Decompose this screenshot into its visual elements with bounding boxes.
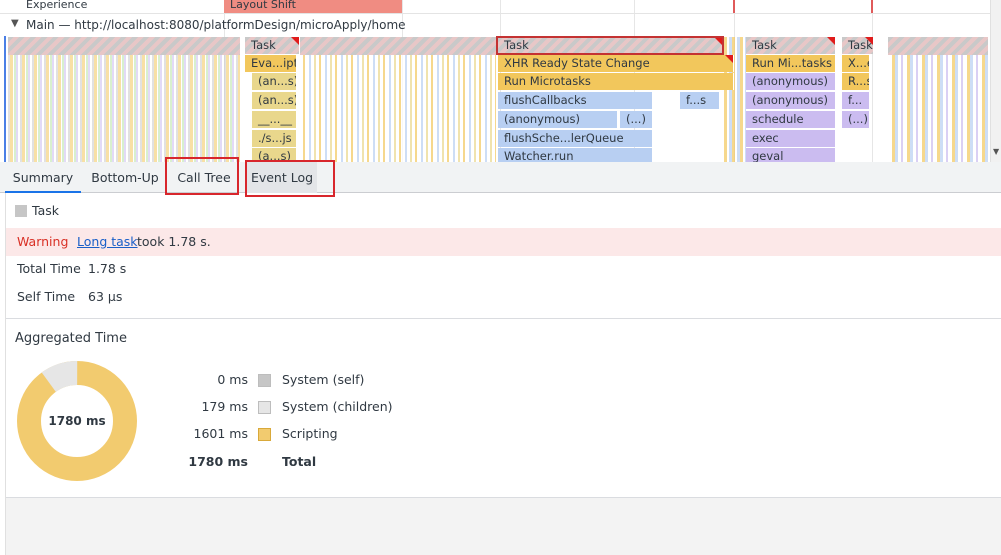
self-time-value: 63 µs bbox=[88, 289, 123, 304]
anonymous-block[interactable]: (anonymous) bbox=[746, 92, 836, 109]
exec-block[interactable]: exec bbox=[746, 130, 836, 147]
function-block[interactable]: f...s bbox=[680, 92, 720, 109]
summary-title-text: Task bbox=[32, 203, 59, 218]
flame-strip bbox=[300, 37, 496, 55]
evaluate-script-block[interactable]: Eva...ipt bbox=[245, 55, 297, 72]
flame-strip bbox=[888, 37, 988, 55]
flame-strip bbox=[888, 55, 988, 162]
legend-value: 0 ms bbox=[217, 372, 248, 387]
experience-track: Experience Layout Shift bbox=[0, 0, 990, 14]
warning-row: Warning Long task took 1.78 s. bbox=[6, 228, 1001, 256]
legend-label: System (self) bbox=[282, 372, 365, 387]
layout-shift-marker[interactable] bbox=[871, 0, 873, 13]
flame-strip bbox=[300, 55, 496, 162]
tab-summary[interactable]: Summary bbox=[5, 162, 81, 193]
flame-scrollbar[interactable]: ▼ bbox=[990, 0, 1001, 162]
aggregated-time-donut: 1780 ms bbox=[16, 361, 137, 481]
total-time-label: Total Time bbox=[17, 261, 81, 276]
layout-shift-marker[interactable] bbox=[733, 0, 735, 13]
legend-system-children: 179 ms System (children) bbox=[186, 399, 436, 417]
task-color-swatch bbox=[15, 205, 27, 217]
total-time-row: Total Time 1.78 s bbox=[17, 261, 317, 279]
legend-total-value: 1780 ms bbox=[188, 454, 248, 469]
section-divider bbox=[6, 318, 1001, 319]
anonymous-block[interactable]: (an...s) bbox=[252, 73, 297, 90]
run-microtasks-block[interactable]: Run Mi...tasks bbox=[746, 55, 836, 72]
experience-label: Experience bbox=[26, 0, 88, 11]
legend-label: System (children) bbox=[282, 399, 393, 414]
aggregated-time-title: Aggregated Time bbox=[15, 331, 127, 346]
main-thread-header[interactable]: ▼ Main — http://localhost:8080/platformD… bbox=[0, 16, 990, 36]
watcher-run-block[interactable]: Watcher.run bbox=[498, 148, 653, 162]
donut-center-label: 1780 ms bbox=[48, 414, 105, 428]
anonymous-block[interactable]: (anonymous) bbox=[498, 111, 618, 128]
anonymous-block[interactable]: (...) bbox=[620, 111, 653, 128]
self-time-label: Self Time bbox=[17, 289, 76, 304]
scroll-down-icon[interactable]: ▼ bbox=[993, 147, 999, 156]
legend-label: Scripting bbox=[282, 426, 338, 441]
legend-swatch bbox=[258, 428, 271, 441]
track-indicator bbox=[4, 36, 6, 162]
flame-strip bbox=[8, 37, 240, 55]
tab-bottom-up[interactable]: Bottom-Up bbox=[82, 162, 168, 193]
call-tree-highlight bbox=[165, 157, 239, 195]
run-block[interactable]: R...s bbox=[842, 73, 870, 90]
function-block[interactable]: f... bbox=[842, 92, 870, 109]
legend-scripting: 1601 ms Scripting bbox=[186, 426, 436, 444]
task-block[interactable]: Task bbox=[746, 37, 836, 54]
legend-swatch bbox=[258, 401, 271, 414]
script-block[interactable]: ./s...js bbox=[252, 130, 297, 147]
expand-triangle-icon[interactable]: ▼ bbox=[11, 18, 19, 29]
xhr-ready-state-block[interactable]: XHR Ready State Change bbox=[498, 55, 734, 72]
legend-total-label: Total bbox=[282, 454, 317, 469]
selected-task-outline bbox=[496, 36, 724, 55]
legend-total: 1780 ms Total bbox=[186, 454, 436, 472]
anonymous-block[interactable]: (anonymous) bbox=[746, 73, 836, 90]
anonymous-block[interactable]: (...) bbox=[842, 111, 870, 128]
geval-block[interactable]: geval bbox=[746, 148, 836, 162]
xhr-block[interactable]: X...e bbox=[842, 55, 870, 72]
flame-strip bbox=[8, 37, 240, 162]
long-task-link[interactable]: Long task bbox=[77, 228, 138, 256]
main-thread-label: Main — http://localhost:8080/platformDes… bbox=[26, 18, 406, 32]
layout-shift-label: Layout Shift bbox=[230, 0, 296, 11]
summary-panel: Task Warning Long task took 1.78 s. Tota… bbox=[5, 193, 1001, 555]
flame-chart[interactable]: Experience Layout Shift ▼ Main — http://… bbox=[0, 0, 1001, 162]
task-block[interactable]: Task bbox=[842, 37, 874, 54]
empty-footer-area bbox=[6, 497, 1001, 555]
details-tab-bar: Summary Bottom-Up Call Tree Event Log bbox=[0, 157, 1001, 197]
flush-callbacks-block[interactable]: flushCallbacks bbox=[498, 92, 653, 109]
schedule-block[interactable]: schedule bbox=[746, 111, 836, 128]
module-block[interactable]: __...__ bbox=[252, 111, 297, 128]
flush-scheduler-queue-block[interactable]: flushSche...lerQueue bbox=[498, 130, 653, 147]
task-block[interactable]: Task bbox=[245, 37, 300, 54]
event-log-highlight bbox=[245, 160, 335, 197]
warning-label: Warning bbox=[17, 234, 69, 249]
legend-swatch bbox=[258, 374, 271, 387]
legend-system-self: 0 ms System (self) bbox=[186, 372, 436, 390]
self-time-row: Self Time 63 µs bbox=[17, 289, 317, 307]
total-time-value: 1.78 s bbox=[88, 261, 127, 276]
legend-value: 179 ms bbox=[201, 399, 248, 414]
run-microtasks-block[interactable]: Run Microtasks bbox=[498, 73, 734, 90]
legend-value: 1601 ms bbox=[193, 426, 248, 441]
layout-shift-bar[interactable]: Layout Shift bbox=[224, 0, 402, 13]
warning-text: took 1.78 s. bbox=[137, 234, 211, 249]
anonymous-block[interactable]: (an...s) bbox=[252, 92, 297, 109]
